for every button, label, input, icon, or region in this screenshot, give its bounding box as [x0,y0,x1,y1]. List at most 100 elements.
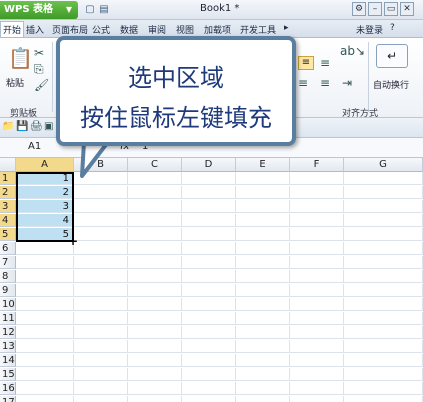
cell-e11[interactable] [236,312,290,325]
tab-home[interactable]: 开始 [0,21,25,37]
cell-d11[interactable] [182,312,236,325]
cell-g10[interactable] [344,298,423,311]
indent-icon[interactable]: ⇥ [342,76,352,90]
cell-a3[interactable]: 3 [16,200,74,213]
cell-a13[interactable] [16,340,74,353]
wrap-text-button[interactable]: ↵ [376,44,408,68]
cell-e7[interactable] [236,256,290,269]
row-header-11[interactable]: 11 [0,312,16,325]
cell-c3[interactable] [128,200,182,213]
cell-a5[interactable]: 5 [16,228,74,241]
cell-b7[interactable] [74,256,128,269]
fill-handle-cursor-icon[interactable]: + [68,234,78,248]
align-center-icon[interactable]: ≡ [298,56,314,70]
cell-c11[interactable] [128,312,182,325]
settings-icon[interactable]: ⚙ [352,2,366,16]
cell-e6[interactable] [236,242,290,255]
cell-a1[interactable]: 1 [16,172,74,185]
cell-c7[interactable] [128,256,182,269]
cell-f7[interactable] [290,256,344,269]
cell-f4[interactable] [290,214,344,227]
cell-a17[interactable] [16,396,74,402]
cell-c1[interactable] [128,172,182,185]
cell-b16[interactable] [74,382,128,395]
cell-d3[interactable] [182,200,236,213]
cell-d16[interactable] [182,382,236,395]
column-header-e[interactable]: E [236,158,290,172]
tab-addins[interactable]: 加载项 [204,23,231,36]
cell-d1[interactable] [182,172,236,185]
cell-f2[interactable] [290,186,344,199]
cell-g11[interactable] [344,312,423,325]
tab-insert[interactable]: 插入 [26,23,44,36]
minimize-icon[interactable]: – [368,2,382,16]
cell-d13[interactable] [182,340,236,353]
save-icon[interactable]: 💾 [16,121,28,132]
wps-menu-button[interactable]: WPS 表格 ▼ [0,1,78,19]
cell-a6[interactable] [16,242,74,255]
cell-d5[interactable] [182,228,236,241]
open-folder-icon[interactable]: ▤ [98,4,110,16]
cell-d4[interactable] [182,214,236,227]
cell-g3[interactable] [344,200,423,213]
cell-a12[interactable] [16,326,74,339]
cell-g16[interactable] [344,382,423,395]
cell-f11[interactable] [290,312,344,325]
row-header-14[interactable]: 14 [0,354,16,367]
cell-b13[interactable] [74,340,128,353]
row-header-1[interactable]: 1 [0,172,16,185]
cell-f13[interactable] [290,340,344,353]
cell-g8[interactable] [344,270,423,283]
cell-b14[interactable] [74,354,128,367]
tab-view[interactable]: 视图 [176,23,194,36]
cell-f17[interactable] [290,396,344,402]
folder-icon[interactable]: 📁 [2,121,14,132]
cell-e9[interactable] [236,284,290,297]
row-header-10[interactable]: 10 [0,298,16,311]
cell-c4[interactable] [128,214,182,227]
name-box[interactable]: A1 [28,141,41,152]
cell-e17[interactable] [236,396,290,402]
cell-c16[interactable] [128,382,182,395]
cell-g13[interactable] [344,340,423,353]
cell-c12[interactable] [128,326,182,339]
restore-icon[interactable]: ▭ [384,2,398,16]
row-header-5[interactable]: 5 [0,228,16,241]
cell-g14[interactable] [344,354,423,367]
paste-icon[interactable]: 📋 [8,46,33,70]
cell-b4[interactable] [74,214,128,227]
cell-f5[interactable] [290,228,344,241]
cell-c5[interactable] [128,228,182,241]
row-header-12[interactable]: 12 [0,326,16,339]
row-header-17[interactable]: 17 [0,396,16,402]
cell-g2[interactable] [344,186,423,199]
cell-e13[interactable] [236,340,290,353]
cell-d15[interactable] [182,368,236,381]
cell-d6[interactable] [182,242,236,255]
cell-c17[interactable] [128,396,182,402]
tab-page-layout[interactable]: 页面布局 [52,23,88,36]
cell-a16[interactable] [16,382,74,395]
cell-d10[interactable] [182,298,236,311]
cell-a14[interactable] [16,354,74,367]
cell-c6[interactable] [128,242,182,255]
cell-a10[interactable] [16,298,74,311]
cell-g1[interactable] [344,172,423,185]
row-header-8[interactable]: 8 [0,270,16,283]
cell-c2[interactable] [128,186,182,199]
cell-f14[interactable] [290,354,344,367]
cell-e8[interactable] [236,270,290,283]
cell-c15[interactable] [128,368,182,381]
cell-g4[interactable] [344,214,423,227]
cell-b11[interactable] [74,312,128,325]
spreadsheet-grid[interactable]: A B C D E F G 1 1 2 2 3 3 4 4 5 5 6 7 8 9 10 11 12 13 14 15… [0,158,423,402]
row-header-16[interactable]: 16 [0,382,16,395]
print-icon[interactable]: 🖨 [30,121,43,132]
row-header-3[interactable]: 3 [0,200,16,213]
login-status[interactable]: 未登录 [356,23,383,36]
cell-a15[interactable] [16,368,74,381]
cell-a9[interactable] [16,284,74,297]
cell-e2[interactable] [236,186,290,199]
cell-g6[interactable] [344,242,423,255]
cell-d12[interactable] [182,326,236,339]
